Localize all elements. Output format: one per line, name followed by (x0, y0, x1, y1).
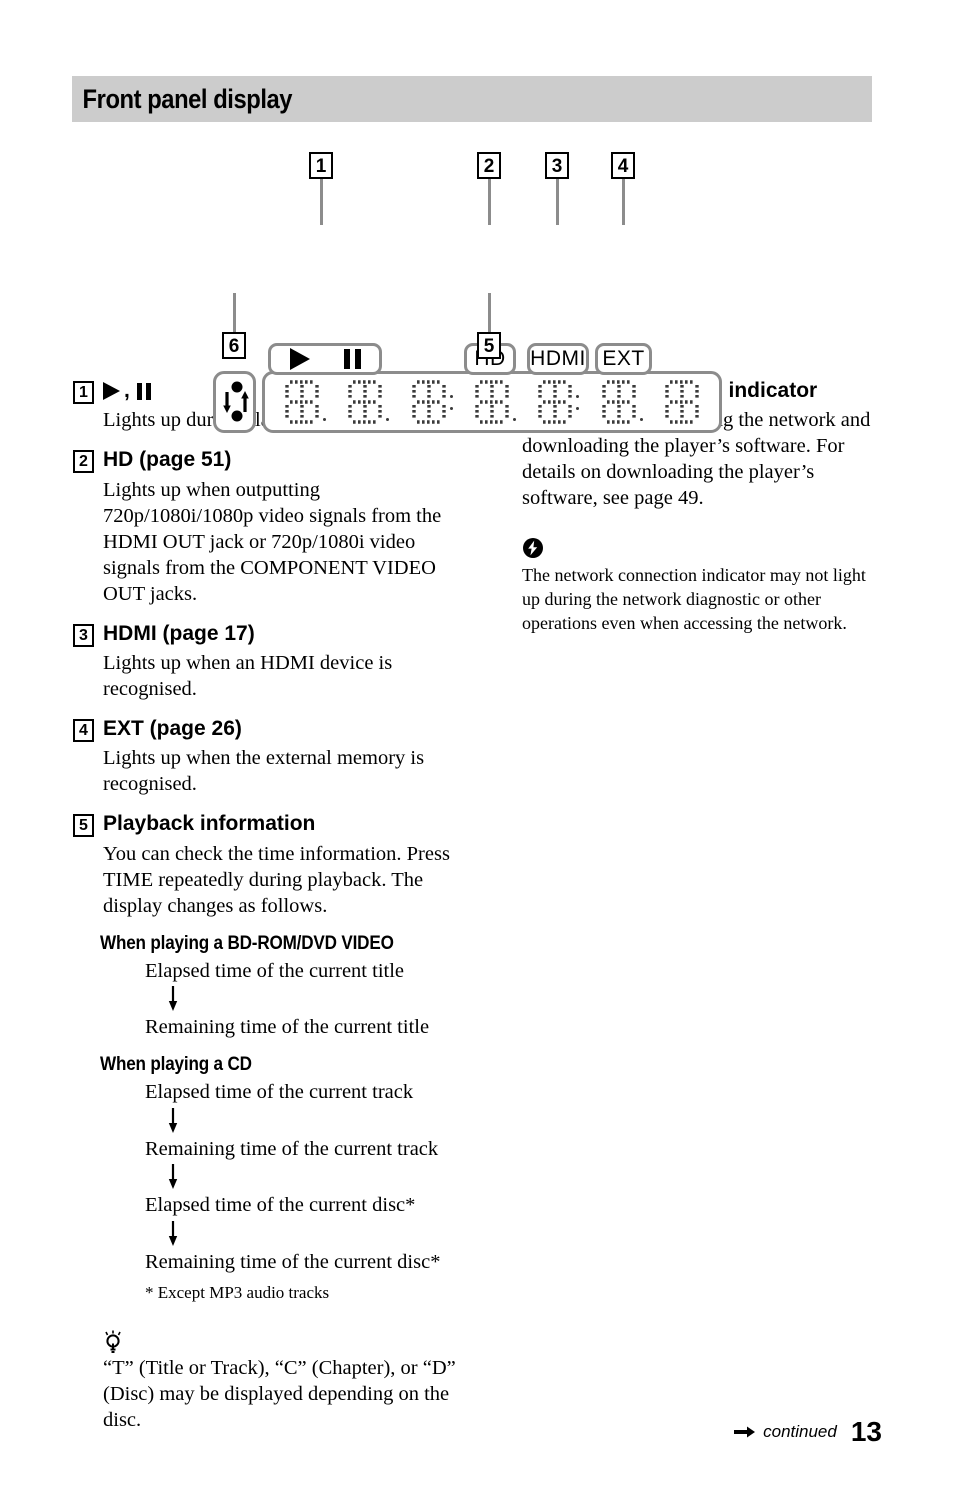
item-2-head: 2 HD (page 51) (73, 447, 463, 474)
lcd-cell (600, 379, 643, 425)
item-3-head: 3 HDMI (page 17) (73, 621, 463, 647)
item-4-title: EXT (page 26) (103, 717, 242, 740)
page-footer: continued 13 (734, 1416, 882, 1448)
section-header-band: Front panel display (72, 76, 872, 122)
tip-block: “T” (Title or Track), “C” (Chapter), or … (73, 1330, 463, 1433)
play-icon (103, 382, 120, 401)
callout-2: 2 (477, 152, 501, 179)
item-2-title: HD (page 51) (103, 448, 232, 472)
tip-text: “T” (Title or Track), “C” (Chapter), or … (103, 1356, 456, 1431)
ext-indicator-badge: EXT (595, 343, 652, 375)
callout-4: 4 (611, 152, 635, 179)
left-column: 1 , Lights up during playback or pause. … (73, 378, 463, 1433)
down-arrow-icon (168, 986, 178, 1012)
item-2: 2 HD (page 51) Lights up when outputting… (73, 447, 463, 606)
continued-label: continued (763, 1422, 837, 1441)
item-3-title: HDMI (page 17) (103, 621, 255, 645)
leader-line-6 (233, 293, 236, 333)
pause-icon (343, 349, 361, 369)
lcd-dot (386, 418, 390, 421)
flow-1-heading: When playing a BD-ROM/DVD VIDEO (100, 932, 394, 954)
lcd-cell (346, 379, 390, 425)
flow-1-step-2: Remaining time of the current title (145, 1016, 430, 1039)
callout-1: 1 (309, 152, 333, 179)
item-2-number: 2 (73, 450, 94, 474)
playback-status-badge (268, 343, 382, 375)
network-up-down-icon (223, 381, 249, 422)
lcd-cell (410, 379, 453, 425)
leader-line-3 (556, 178, 559, 225)
item-1-title: , (103, 378, 151, 404)
leader-line-1 (320, 178, 323, 225)
down-arrow-icon (168, 1164, 178, 1190)
item-4-head: 4 EXT (page 26) (73, 716, 463, 742)
down-arrow-icon (168, 1107, 178, 1133)
note-text: The network connection indicator may not… (522, 565, 866, 633)
item-1-title-text: , (124, 379, 130, 402)
leader-line-2 (488, 178, 491, 225)
flow-2-step-1: Elapsed time of the current track (145, 1080, 414, 1103)
callout-3: 3 (545, 152, 569, 179)
pause-icon (136, 382, 151, 400)
item-2-body: Lights up when outputting 720p/1080i/108… (103, 478, 442, 605)
lcd-colon (449, 394, 453, 410)
flow-2-step-2: Remaining time of the current track (145, 1137, 439, 1160)
lcd-cell (536, 379, 580, 425)
lcd-dot (512, 418, 516, 421)
page-number: 13 (850, 1416, 882, 1447)
lcd-dot (639, 418, 643, 421)
item-3-number: 3 (73, 623, 94, 647)
flow-2-step-3: Elapsed time of the current disc* (145, 1194, 416, 1217)
leader-line-4 (622, 178, 625, 225)
lcd-colon (576, 394, 580, 410)
leader-line-5 (488, 293, 491, 333)
callout-6: 6 (222, 332, 246, 359)
lightbulb-tip-icon (105, 1330, 121, 1353)
flow-2-footnote: * Except MP3 audio tracks (145, 1282, 330, 1302)
callout-5: 5 (477, 332, 501, 359)
front-panel-display-diagram: 1 2 3 4 5 6 HD HDMI EXT (0, 140, 954, 433)
note-block: The network connection indicator may not… (492, 537, 877, 635)
item-1-number: 1 (73, 381, 94, 404)
item-5-body: You can check the time information. Pres… (103, 842, 450, 917)
item-4-body: Lights up when the external memory is re… (103, 747, 425, 796)
flow-1: Elapsed time of the current title Remain… (73, 958, 463, 1041)
item-4: 4 EXT (page 26) Lights up when the exter… (73, 716, 463, 797)
page-title: Front panel display (82, 83, 293, 114)
flow-1-step-1: Elapsed time of the current title (145, 959, 405, 982)
item-5-head: 5 Playback information (73, 811, 463, 838)
item-3: 3 HDMI (page 17) Lights up when an HDMI … (73, 621, 463, 702)
flow-2-heading: When playing a CD (100, 1053, 252, 1075)
flow-2: Elapsed time of the current track Remain… (73, 1079, 463, 1276)
right-arrow-icon (734, 1426, 756, 1438)
hdmi-indicator-badge: HDMI (527, 343, 589, 375)
down-arrow-icon (168, 1220, 178, 1246)
lcd-playback-information-panel (262, 371, 722, 433)
lcd-dot (323, 418, 327, 421)
flow-2-step-4: Remaining time of the current disc* (145, 1250, 441, 1273)
item-4-number: 4 (73, 719, 94, 742)
play-icon (289, 348, 310, 370)
note-flash-icon (523, 538, 543, 559)
item-3-body: Lights up when an HDMI device is recogni… (103, 651, 393, 700)
item-5: 5 Playback information You can check the… (73, 811, 463, 918)
lcd-cell (473, 379, 516, 425)
item-5-number: 5 (73, 814, 94, 838)
lcd-cell (663, 379, 701, 425)
network-connection-indicator-box (213, 371, 256, 433)
lcd-cell (283, 379, 327, 425)
item-5-title: Playback information (103, 812, 316, 836)
